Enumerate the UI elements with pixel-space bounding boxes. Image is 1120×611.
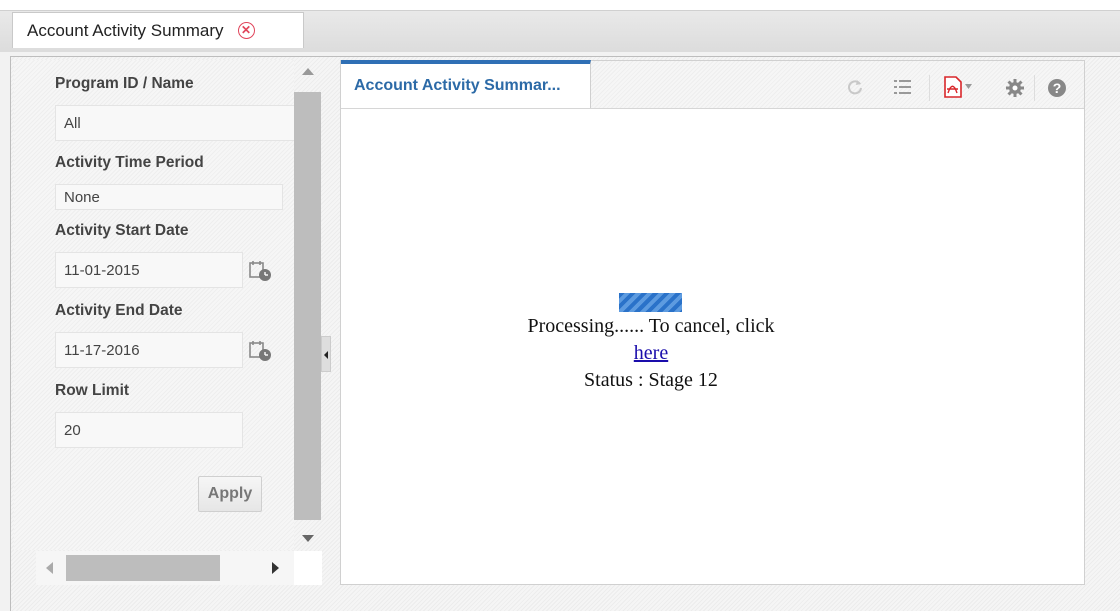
status-text: Status : Stage 12 <box>584 369 718 391</box>
filter-horizontal-scrollbar[interactable] <box>36 551 294 585</box>
row-limit-label: Row Limit <box>55 382 130 399</box>
close-circle-icon[interactable]: ✕ <box>237 22 255 39</box>
end-date-label: Activity End Date <box>55 302 183 319</box>
filter-vertical-scrollbar[interactable] <box>294 60 321 550</box>
apply-button[interactable]: Apply <box>198 476 262 512</box>
scrollbar-corner <box>294 551 322 585</box>
time-period-label: Activity Time Period <box>55 154 204 171</box>
scroll-left-arrow-icon[interactable] <box>46 562 53 574</box>
cancel-link[interactable]: here <box>634 342 668 364</box>
processing-message: Processing...... To cancel, click here S… <box>341 313 961 394</box>
report-content-area: Processing...... To cancel, click here S… <box>341 108 1084 584</box>
list-icon[interactable] <box>893 78 913 96</box>
toolbar-divider <box>929 75 930 101</box>
program-value: All <box>64 114 81 132</box>
scroll-up-arrow-icon[interactable] <box>302 68 314 75</box>
tab-account-activity-summary[interactable]: Account Activity Summary ✕ <box>12 12 304 48</box>
help-icon[interactable]: ? <box>1047 78 1067 98</box>
settings-gear-icon[interactable] <box>1005 78 1025 98</box>
panel-collapse-handle[interactable] <box>321 336 331 372</box>
start-date-label: Activity Start Date <box>55 222 189 239</box>
program-field[interactable]: All <box>55 105 295 141</box>
calendar-clock-icon[interactable] <box>248 340 274 362</box>
report-panel: Account Activity Summar... ? Processing.… <box>340 60 1085 585</box>
row-limit-value: 20 <box>64 421 81 439</box>
scroll-down-arrow-icon[interactable] <box>302 535 314 542</box>
svg-text:?: ? <box>1053 80 1062 96</box>
end-date-field[interactable]: 11-17-2016 <box>55 332 243 368</box>
tab-title: Account Activity Summary <box>27 20 224 40</box>
window-tab-strip: Account Activity Summary ✕ <box>0 0 1120 52</box>
start-date-value: 11-01-2015 <box>64 261 140 279</box>
refresh-icon[interactable] <box>846 78 864 96</box>
processing-progress-bar <box>619 293 682 312</box>
end-date-value: 11-17-2016 <box>64 341 140 359</box>
scrollbar-thumb[interactable] <box>294 92 321 520</box>
time-period-field[interactable]: None <box>55 184 283 210</box>
tab-report[interactable]: Account Activity Summar... <box>341 60 591 108</box>
toolbar-divider <box>1034 75 1035 101</box>
scrollbar-thumb[interactable] <box>66 555 220 581</box>
time-period-value: None <box>64 188 100 206</box>
processing-text: Processing...... To cancel, click <box>527 315 775 337</box>
calendar-clock-icon[interactable] <box>248 260 274 282</box>
pdf-export-icon[interactable] <box>943 76 975 98</box>
program-label: Program ID / Name <box>55 75 194 92</box>
row-limit-field[interactable]: 20 <box>55 412 243 448</box>
start-date-field[interactable]: 11-01-2015 <box>55 252 243 288</box>
collapse-left-icon <box>324 351 328 359</box>
scroll-right-arrow-icon[interactable] <box>272 562 279 574</box>
